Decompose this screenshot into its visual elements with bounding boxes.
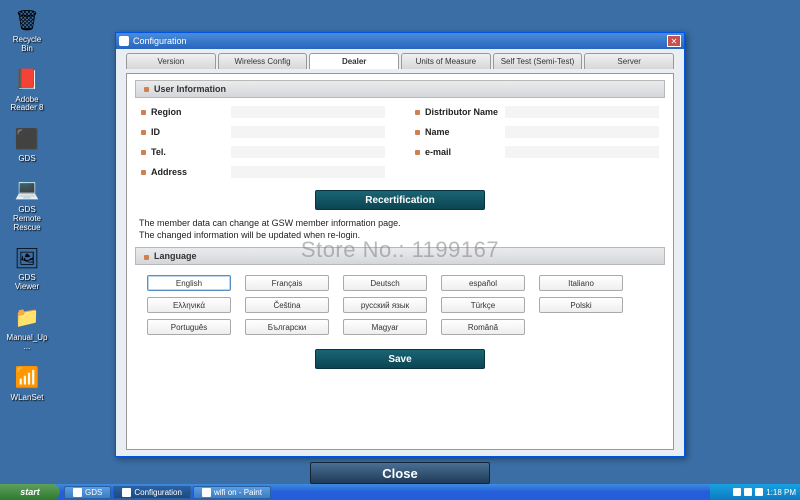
user-col-left: Region ID Tel. Address	[141, 106, 385, 178]
icon-image: 📁	[13, 304, 41, 332]
field-row: Distributor Name	[415, 106, 659, 118]
field-value	[231, 146, 385, 158]
icon-image: 🖼	[13, 244, 41, 272]
language-header: Language	[135, 247, 665, 265]
desktop-icon[interactable]: 💻GDS Remote Rescue	[6, 176, 48, 232]
icon-label: Recycle Bin	[6, 36, 48, 54]
tab-bar: VersionWireless ConfigDealerUnits of Mea…	[126, 53, 674, 69]
tray-icon[interactable]	[733, 488, 741, 496]
taskbar-button-icon	[202, 488, 211, 497]
icon-label: WLanSet	[11, 394, 44, 403]
configuration-window: Configuration ✕ VersionWireless ConfigDe…	[115, 32, 685, 457]
field-value	[505, 126, 659, 138]
system-tray[interactable]: 1:18 PM	[710, 484, 800, 500]
field-label: Address	[141, 167, 231, 177]
user-info-fields: Region ID Tel. Address Distributor Name Name…	[135, 104, 665, 186]
language-row: English Français Deutsch español Italiano	[147, 275, 653, 291]
window-body: VersionWireless ConfigDealerUnits of Mea…	[116, 49, 684, 456]
close-icon[interactable]: ✕	[667, 35, 681, 47]
desktop-icon[interactable]: 📶 WLanSet	[6, 364, 48, 403]
desktop-icon[interactable]: 🖼 GDS Viewer	[6, 244, 48, 292]
icon-label: Manual_Up...	[6, 334, 48, 352]
content-area: User Information Region ID Tel. Address Dis…	[126, 73, 674, 450]
field-row: Name	[415, 126, 659, 138]
language-option[interactable]: Polski	[539, 297, 623, 313]
taskbar-button-icon	[122, 488, 131, 497]
tab-self[interactable]: Self Test (Semi-Test)	[493, 53, 583, 69]
desktop-icons: 🗑 Recycle Bin 📕 Adobe Reader 8 ⬛ GDS 💻GDS Remo…	[6, 6, 48, 402]
icon-image: 🗑	[13, 6, 41, 34]
icon-image: 💻	[13, 176, 41, 204]
field-label: Region	[141, 107, 231, 117]
language-option[interactable]: Français	[245, 275, 329, 291]
taskbar-button[interactable]: GDS	[64, 486, 111, 499]
language-option[interactable]: Deutsch	[343, 275, 427, 291]
icon-image: 📕	[13, 66, 41, 94]
recertification-button[interactable]: Recertification	[315, 190, 485, 210]
desktop-icon[interactable]: 📕 Adobe Reader 8	[6, 66, 48, 114]
icon-image: ⬛	[13, 125, 41, 153]
language-option[interactable]: Magyar	[343, 319, 427, 335]
language-option[interactable]: Română	[441, 319, 525, 335]
language-option[interactable]: Türkçe	[441, 297, 525, 313]
field-value	[231, 126, 385, 138]
icon-label: Adobe Reader 8	[6, 96, 48, 114]
taskbar: start GDSConfigurationwifi on - Paint 1:…	[0, 484, 800, 500]
field-value	[505, 106, 659, 118]
language-option[interactable]: Čeština	[245, 297, 329, 313]
icon-label: GDS Remote Rescue	[6, 206, 48, 232]
field-row: ID	[141, 126, 385, 138]
user-col-right: Distributor Name Name e-mail	[415, 106, 659, 178]
language-option[interactable]: русский язык	[343, 297, 427, 313]
field-label: ID	[141, 127, 231, 137]
icon-image: 📶	[13, 364, 41, 392]
close-bar: Close	[115, 462, 685, 484]
window-title: Configuration	[133, 36, 187, 46]
taskbar-button[interactable]: wifi on - Paint	[193, 486, 271, 499]
tab-wireless[interactable]: Wireless Config	[218, 53, 308, 69]
icon-label: GDS	[18, 155, 35, 164]
field-row: e-mail	[415, 146, 659, 158]
taskbar-button-icon	[73, 488, 82, 497]
desktop-icon[interactable]: 📁 Manual_Up...	[6, 304, 48, 352]
tab-units[interactable]: Units of Measure	[401, 53, 491, 69]
save-button[interactable]: Save	[315, 349, 485, 369]
user-info-header: User Information	[135, 80, 665, 98]
language-option[interactable]: español	[441, 275, 525, 291]
taskbar-button[interactable]: Configuration	[113, 486, 191, 499]
language-option[interactable]: Ελληνικά	[147, 297, 231, 313]
info-text: The member data can change at GSW member…	[135, 216, 665, 247]
field-row: Region	[141, 106, 385, 118]
field-value	[231, 166, 385, 178]
icon-label: GDS Viewer	[6, 274, 48, 292]
task-buttons: GDSConfigurationwifi on - Paint	[60, 484, 710, 500]
titlebar[interactable]: Configuration ✕	[116, 33, 684, 49]
field-label: Tel.	[141, 147, 231, 157]
tab-version[interactable]: Version	[126, 53, 216, 69]
field-label: e-mail	[415, 147, 505, 157]
tab-server[interactable]: Server	[584, 53, 674, 69]
language-row: Ελληνικά Čeština русский язык Türkçe Polski	[147, 297, 653, 313]
window-icon	[119, 36, 129, 46]
field-label: Distributor Name	[415, 107, 505, 117]
field-value	[231, 106, 385, 118]
tray-icon[interactable]	[744, 488, 752, 496]
desktop-icon[interactable]: ⬛ GDS	[6, 125, 48, 164]
desktop-icon[interactable]: 🗑 Recycle Bin	[6, 6, 48, 54]
tray-icon[interactable]	[755, 488, 763, 496]
field-label: Name	[415, 127, 505, 137]
field-row: Address	[141, 166, 385, 178]
language-option[interactable]: Italiano	[539, 275, 623, 291]
language-row: Português Български Magyar Română	[147, 319, 653, 335]
start-button[interactable]: start	[0, 484, 60, 500]
language-option[interactable]: English	[147, 275, 231, 291]
language-grid: English Français Deutsch español Italiano Ελλ…	[135, 271, 665, 341]
language-option[interactable]: Български	[245, 319, 329, 335]
field-row: Tel.	[141, 146, 385, 158]
close-button[interactable]: Close	[310, 462, 490, 484]
tab-dealer[interactable]: Dealer	[309, 53, 399, 69]
field-value	[505, 146, 659, 158]
clock: 1:18 PM	[766, 488, 796, 497]
language-option[interactable]: Português	[147, 319, 231, 335]
